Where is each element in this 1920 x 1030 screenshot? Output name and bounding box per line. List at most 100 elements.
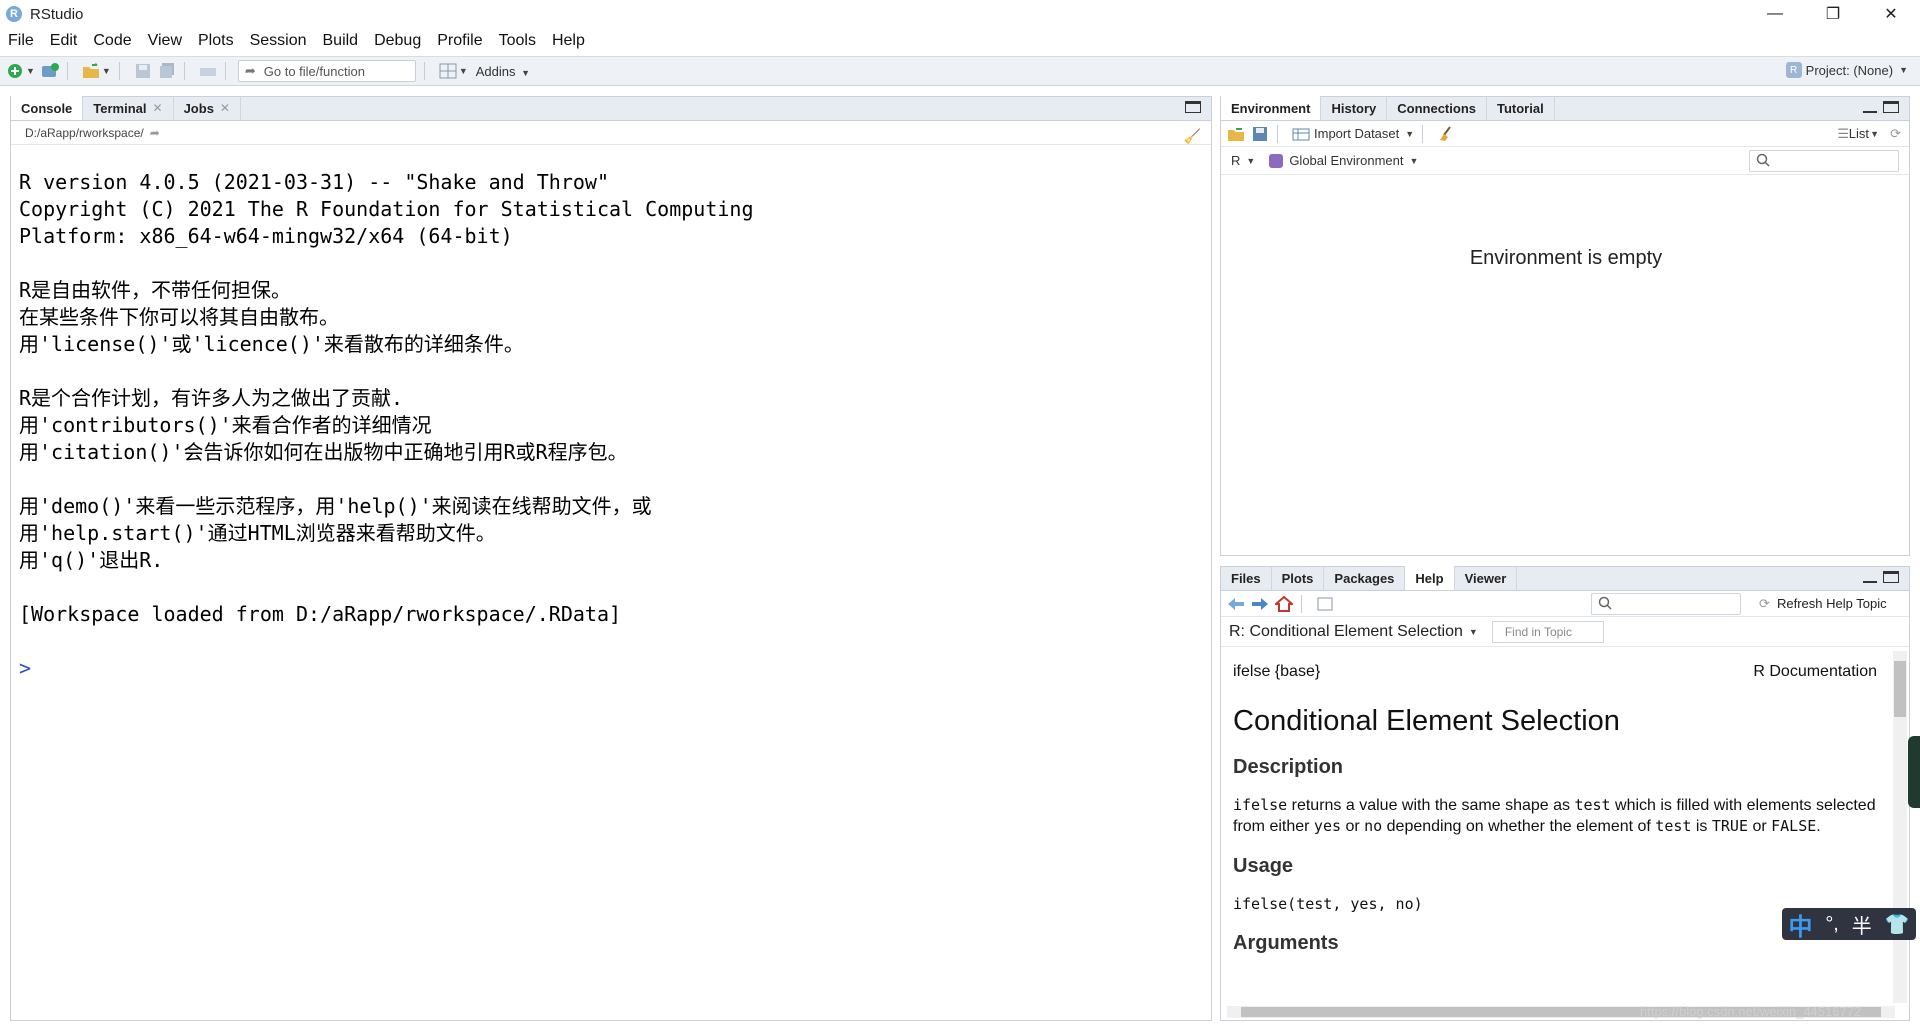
chevron-down-icon[interactable]: ▼: [1870, 129, 1879, 139]
ime-skin-icon[interactable]: 👕: [1885, 912, 1910, 937]
find-in-topic-input[interactable]: Find in Topic: [1491, 620, 1604, 643]
menu-debug[interactable]: Debug: [374, 32, 421, 50]
tab-console[interactable]: Console: [11, 96, 84, 120]
chevron-down-icon[interactable]: ▼: [26, 66, 35, 76]
console-output[interactable]: R version 4.0.5 (2021-03-31) -- "Shake a…: [11, 145, 1211, 682]
chevron-down-icon[interactable]: ▼: [459, 66, 468, 76]
minimize-pane-icon[interactable]: [1863, 571, 1877, 583]
save-workspace-icon[interactable]: [1251, 125, 1269, 143]
console-pane: Console Terminal ✕ Jobs ✕ D:/aRapp/rworksp…: [10, 96, 1212, 1021]
code-span: yes: [1313, 817, 1342, 835]
environment-pane: Environment History Connections Tutorial…: [1220, 96, 1910, 556]
help-search-input[interactable]: [1591, 593, 1741, 615]
refresh-icon[interactable]: ⟳: [1890, 126, 1901, 142]
help-vertical-scrollbar[interactable]: [1893, 651, 1907, 1003]
menu-file[interactable]: File: [8, 32, 34, 50]
main-toolbar: ▼ ▼ ➦ Go to file/function ▼ Addins ▼ R P…: [0, 56, 1920, 86]
console-line: 用'q()'退出R.: [19, 548, 164, 572]
tab-history[interactable]: History: [1321, 96, 1388, 120]
maximize-pane-icon[interactable]: [1883, 571, 1899, 583]
ime-toolbar[interactable]: 中 °, 半 👕: [1782, 907, 1916, 942]
back-arrow-icon[interactable]: [1227, 595, 1245, 613]
pane-layout-icon[interactable]: [439, 62, 457, 80]
scrollbar-thumb[interactable]: [1894, 661, 1906, 717]
list-view-button[interactable]: List: [1849, 126, 1869, 141]
tab-files[interactable]: Files: [1221, 566, 1272, 590]
refresh-help-topic-button[interactable]: Refresh Help Topic: [1777, 596, 1887, 611]
import-dataset-button[interactable]: Import Dataset: [1314, 126, 1399, 141]
tab-plots[interactable]: Plots: [1272, 566, 1325, 590]
tab-tutorial[interactable]: Tutorial: [1487, 96, 1555, 120]
ime-punctuation-toggle[interactable]: °,: [1825, 913, 1839, 936]
chevron-down-icon[interactable]: ▼: [1409, 156, 1418, 166]
menu-tools[interactable]: Tools: [499, 32, 536, 50]
chevron-down-icon[interactable]: ▼: [1469, 627, 1478, 637]
working-directory: D:/aRapp/rworkspace/ ➦: [11, 121, 1211, 145]
menu-build[interactable]: Build: [323, 32, 359, 50]
new-file-icon[interactable]: [6, 62, 24, 80]
close-icon[interactable]: ✕: [153, 101, 163, 115]
ime-language-toggle[interactable]: 中: [1788, 907, 1812, 942]
menu-edit[interactable]: Edit: [50, 32, 78, 50]
console-input-line[interactable]: >: [19, 655, 1211, 682]
console-line: 用'help.start()'通过HTML浏览器来看帮助文件。: [19, 521, 496, 545]
doc-source: R Documentation: [1753, 663, 1877, 680]
environment-scope-selector[interactable]: Global Environment: [1289, 153, 1403, 168]
menu-bar: File Edit Code View Plots Session Build …: [0, 28, 1920, 54]
save-all-icon[interactable]: [158, 62, 176, 80]
console-line: Copyright (C) 2021 The R Foundation for …: [19, 197, 754, 221]
environment-search-input[interactable]: [1749, 150, 1899, 172]
chevron-down-icon[interactable]: ▼: [102, 66, 111, 76]
show-in-window-icon[interactable]: [1316, 595, 1334, 613]
maximize-pane-icon[interactable]: [1883, 101, 1899, 113]
restore-pane-icon[interactable]: [1185, 101, 1201, 113]
forward-arrow-icon[interactable]: [1251, 595, 1269, 613]
text-span: returns a value with the same shape as: [1287, 797, 1575, 814]
chevron-down-icon: ▼: [1899, 65, 1908, 75]
menu-plots[interactable]: Plots: [198, 32, 234, 50]
goto-file-input[interactable]: ➦ Go to file/function: [237, 60, 416, 82]
toolbar-divider: [118, 62, 120, 80]
goto-arrow-icon: ➦: [244, 63, 256, 78]
code-span: test: [1574, 796, 1611, 814]
tab-help[interactable]: Help: [1405, 566, 1455, 590]
close-button[interactable]: ✕: [1862, 0, 1920, 28]
goto-directory-icon[interactable]: ➦: [150, 126, 160, 140]
project-menu[interactable]: R Project: (None) ▼: [1785, 62, 1908, 78]
language-selector[interactable]: R: [1231, 153, 1240, 168]
menu-profile[interactable]: Profile: [437, 32, 482, 50]
minimize-pane-icon[interactable]: [1863, 101, 1877, 113]
addins-menu[interactable]: Addins ▼: [476, 64, 530, 79]
tab-terminal[interactable]: Terminal ✕: [83, 96, 174, 120]
doc-description-heading: Description: [1233, 756, 1344, 778]
tab-packages[interactable]: Packages: [1324, 566, 1406, 590]
ime-width-toggle[interactable]: 半: [1852, 910, 1872, 939]
help-navigation-bar: ⟳ Refresh Help Topic: [1221, 591, 1909, 617]
open-file-icon[interactable]: [82, 62, 100, 80]
chevron-down-icon[interactable]: ▼: [1246, 156, 1255, 166]
maximize-button[interactable]: ❐: [1804, 0, 1862, 28]
minimize-button[interactable]: —: [1746, 0, 1804, 28]
console-line: Platform: x86_64-w64-mingw32/x64 (64-bit…: [19, 224, 513, 248]
console-tabs: Console Terminal ✕ Jobs ✕: [11, 96, 1211, 121]
home-icon[interactable]: [1275, 595, 1293, 613]
tab-viewer[interactable]: Viewer: [1455, 566, 1518, 590]
help-topic-selector[interactable]: R: Conditional Element Selection: [1229, 623, 1463, 641]
tab-connections[interactable]: Connections: [1387, 96, 1487, 120]
clear-console-icon[interactable]: 🧹: [1184, 128, 1201, 145]
toolbar-divider: [183, 62, 185, 80]
menu-help[interactable]: Help: [552, 32, 585, 50]
list-view-icon: ☰: [1837, 125, 1849, 141]
tab-jobs[interactable]: Jobs ✕: [174, 96, 241, 120]
tab-environment[interactable]: Environment: [1221, 96, 1322, 120]
menu-session[interactable]: Session: [250, 32, 307, 50]
save-icon[interactable]: [134, 62, 152, 80]
close-icon[interactable]: ✕: [220, 101, 230, 115]
print-icon[interactable]: [199, 62, 217, 80]
menu-view[interactable]: View: [148, 32, 182, 50]
menu-code[interactable]: Code: [93, 32, 131, 50]
clear-objects-broom-icon[interactable]: [1437, 125, 1455, 143]
new-project-icon[interactable]: [41, 62, 59, 80]
chevron-down-icon[interactable]: ▼: [1405, 129, 1414, 139]
load-workspace-icon[interactable]: [1227, 125, 1245, 143]
